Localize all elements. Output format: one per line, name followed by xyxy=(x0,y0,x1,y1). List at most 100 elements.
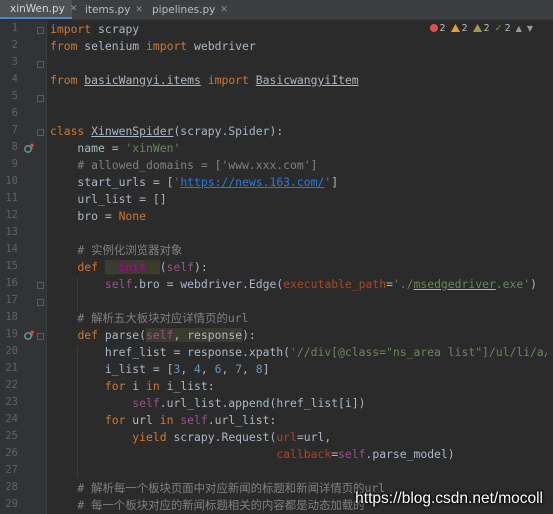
code-line-12: bro = None xyxy=(50,208,146,225)
url-link[interactable]: https://news.163.com/ xyxy=(180,175,324,189)
line-number: 6 xyxy=(11,107,18,119)
weak-warning-count-value: 2 xyxy=(483,22,490,34)
keyword: None xyxy=(118,209,147,223)
watermark-text: https://blog.csdn.net/mocoll xyxy=(355,490,543,507)
self-keyword: self xyxy=(180,413,208,427)
tab-label: items.py xyxy=(85,3,131,16)
inspection-widget[interactable]: 2 2 2 ✓ 2 ▲ ▼ xyxy=(425,22,533,34)
code-line-8: name = 'xinWen' xyxy=(50,140,180,157)
error-icon xyxy=(429,24,438,32)
keyword: def xyxy=(77,260,99,274)
code-editor-window: xinWen.py ✕ items.py ✕ pipelines.py ✕ 1 … xyxy=(0,0,553,514)
fold-marker-icon[interactable] xyxy=(37,61,44,68)
keyword: yield xyxy=(132,430,167,444)
warning-count[interactable]: 2 xyxy=(450,22,468,34)
code-text: , xyxy=(221,362,236,376)
chevron-down-icon[interactable]: ▼ xyxy=(527,24,533,33)
code-line-25: yield scrapy.Request(url=url, xyxy=(50,429,331,446)
named-argument: url xyxy=(276,430,297,444)
parameter: response xyxy=(187,328,243,342)
line-number: 28 xyxy=(5,481,18,493)
fold-marker-icon[interactable] xyxy=(37,282,44,289)
tab-xinwen-py[interactable]: xinWen.py ✕ xyxy=(0,0,77,19)
tab-items-py[interactable]: items.py ✕ xyxy=(75,0,143,19)
override-method-icon[interactable] xyxy=(24,330,35,341)
code-text: .url_list: xyxy=(207,413,277,427)
ok-count-value: 2 xyxy=(504,22,511,34)
error-count[interactable]: 2 xyxy=(429,22,446,34)
editor-tab-bar: xinWen.py ✕ items.py ✕ pipelines.py ✕ xyxy=(0,0,553,20)
code-text: .url_list.append(href_list[i]) xyxy=(159,396,366,410)
keyword: class xyxy=(50,124,85,138)
warning-icon xyxy=(450,24,460,32)
tab-pipelines-py[interactable]: pipelines.py ✕ xyxy=(142,0,228,19)
code-text: i_list = [ xyxy=(50,362,174,376)
self-keyword: self xyxy=(132,396,160,410)
code-text: webdriver xyxy=(187,39,256,53)
code-line-23: self.url_list.append(href_list[i]) xyxy=(50,395,365,412)
line-number: 13 xyxy=(5,226,18,238)
tab-label: xinWen.py xyxy=(10,2,65,15)
code-text: start_urls = [ xyxy=(50,175,174,189)
fold-marker-icon[interactable] xyxy=(37,333,44,340)
line-number: 3 xyxy=(11,56,18,68)
keyword: from xyxy=(50,73,78,87)
named-argument: callback xyxy=(276,447,332,461)
line-number: 29 xyxy=(5,498,18,510)
code-text: i xyxy=(125,379,147,393)
weak-warning-count[interactable]: 2 xyxy=(472,22,490,34)
keyword: for xyxy=(104,379,126,393)
line-number: 14 xyxy=(5,243,18,255)
code-text: bro = xyxy=(50,209,119,223)
fold-marker-icon[interactable] xyxy=(37,95,44,102)
keyword: def xyxy=(77,328,99,342)
weak-warning-icon xyxy=(472,24,482,32)
code-text: i_list: xyxy=(159,379,215,393)
dunder-method: __init__ xyxy=(104,260,160,274)
code-text: href_list = response.xpath( xyxy=(50,345,291,359)
line-number-gutter: 1 2 3 4 5 6 7 8 9 10 11 12 13 14 15 16 1… xyxy=(0,20,46,514)
code-text: =url, xyxy=(296,430,332,444)
code-text: ) xyxy=(530,277,537,291)
code-area[interactable]: import scrapy from selenium import webdr… xyxy=(50,20,553,514)
code-line-10: start_urls = ['https://news.163.com/'] xyxy=(50,174,338,191)
string-literal: '//div[@class="ns_area list"]/ul/li/a/@h… xyxy=(290,345,553,359)
line-number: 22 xyxy=(5,379,18,391)
code-text: url xyxy=(125,413,160,427)
keyword: from xyxy=(50,39,78,53)
vertical-scrollbar[interactable] xyxy=(547,20,553,514)
chevron-up-icon[interactable]: ▲ xyxy=(516,24,522,33)
code-text: selenium xyxy=(77,39,147,53)
code-text: ] xyxy=(262,362,270,376)
code-text: name = xyxy=(50,141,126,155)
line-number: 8 xyxy=(11,141,18,153)
ok-count[interactable]: ✓ 2 xyxy=(495,23,511,34)
code-line-20: href_list = response.xpath('//div[@class… xyxy=(50,344,553,361)
line-number: 17 xyxy=(5,294,18,306)
code-text: , xyxy=(200,362,215,376)
number: 4 xyxy=(194,362,201,376)
warning-count-value: 2 xyxy=(461,22,468,34)
line-number: 18 xyxy=(5,311,18,323)
error-count-value: 2 xyxy=(439,22,446,34)
fold-marker-icon[interactable] xyxy=(37,129,44,136)
gutter-separator xyxy=(46,20,47,514)
code-text: .parse_model) xyxy=(365,447,455,461)
code-line-21: i_list = [3, 4, 6, 7, 8] xyxy=(50,361,270,378)
code-text: ): xyxy=(242,328,256,342)
code-line-9: # allowed_domains = ['www.xxx.com'] xyxy=(50,158,318,172)
code-line-4: from basicWangyi.items import Basicwangy… xyxy=(50,72,359,89)
override-method-icon[interactable] xyxy=(24,143,35,154)
keyword: in xyxy=(146,379,160,393)
keyword: import xyxy=(50,22,92,36)
close-icon[interactable]: ✕ xyxy=(220,5,228,15)
line-number: 20 xyxy=(5,345,18,357)
fold-marker-icon[interactable] xyxy=(37,299,44,306)
self-keyword: self xyxy=(146,328,174,342)
fold-marker-icon[interactable] xyxy=(37,27,44,34)
